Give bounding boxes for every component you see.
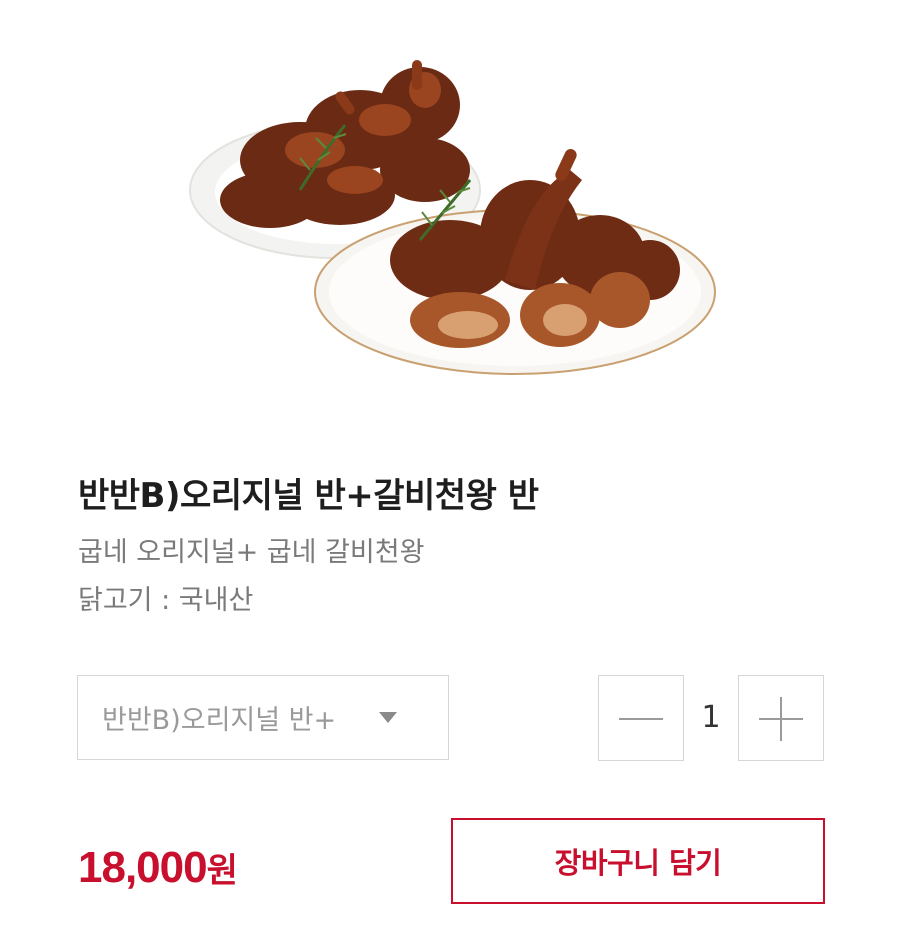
chevron-down-icon <box>379 712 397 723</box>
product-image <box>150 30 750 390</box>
product-price: 18,000원 <box>78 843 238 893</box>
product-description: 굽네 오리지널+ 굽네 갈비천왕 <box>78 537 425 568</box>
option-select-value: 반반B)오리지널 반+ <box>102 705 337 736</box>
quantity-increase-button[interactable] <box>738 675 824 761</box>
quantity-decrease-button[interactable] <box>598 675 684 761</box>
minus-icon <box>619 718 663 720</box>
option-select[interactable]: 반반B)오리지널 반+ <box>77 675 449 760</box>
price-amount: 18,000 <box>78 843 208 892</box>
add-to-cart-button[interactable]: 장바구니 담기 <box>451 818 825 904</box>
plus-icon <box>759 697 803 741</box>
price-unit: 원 <box>206 852 238 890</box>
quantity-value: 1 <box>701 700 721 735</box>
product-origin: 닭고기 : 국내산 <box>78 585 254 616</box>
product-title: 반반B)오리지널 반+갈비천왕 반 <box>78 476 539 516</box>
